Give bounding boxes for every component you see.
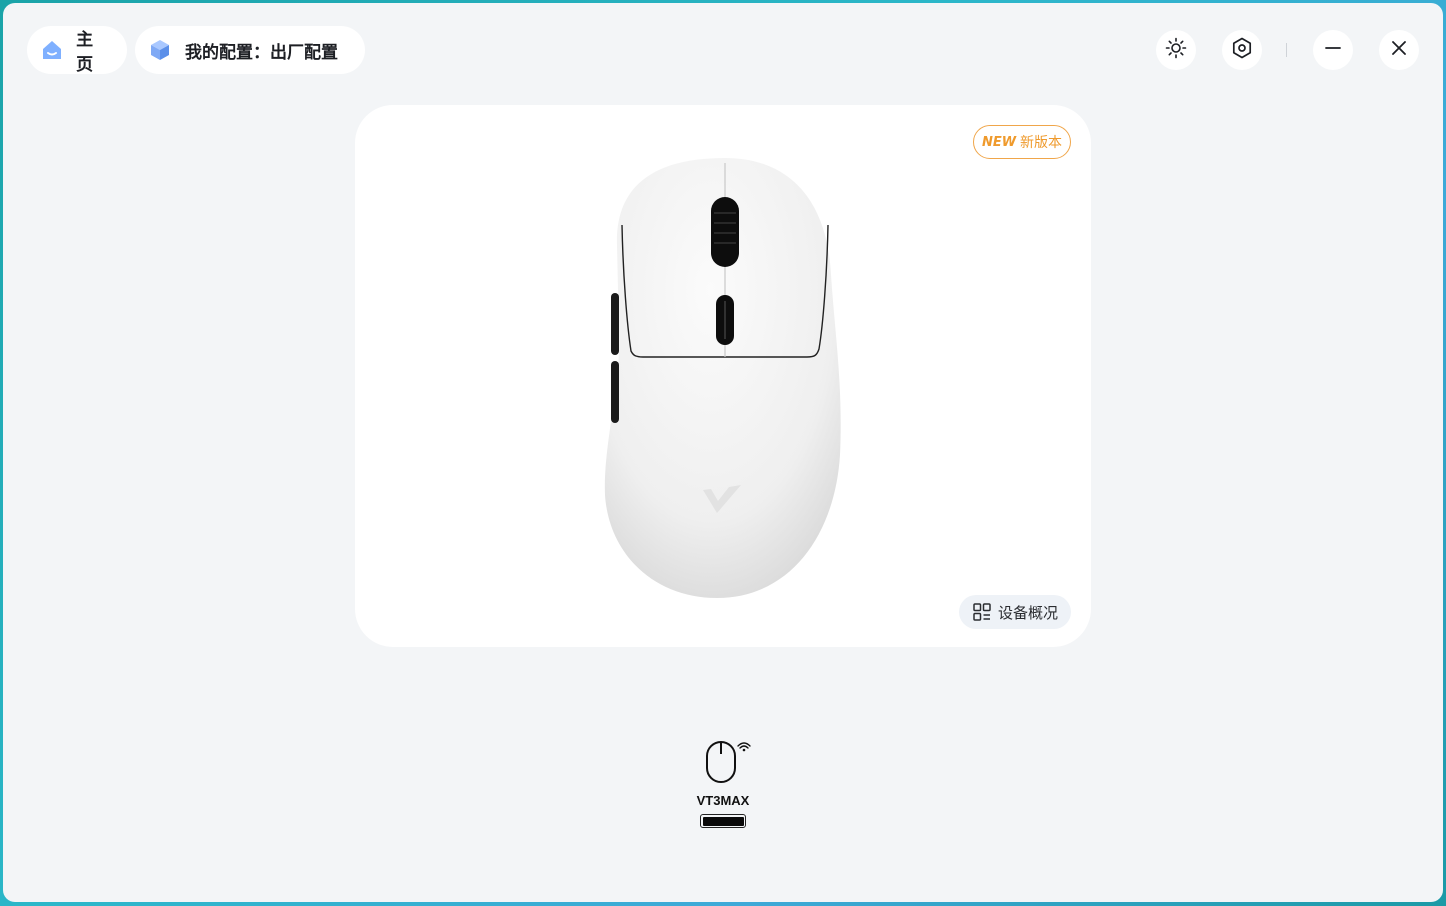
- home-tab-label: 主页: [76, 30, 94, 75]
- config-tab[interactable]: 我的配置：出厂配置: [135, 26, 365, 74]
- device-name: VT3MAX: [696, 793, 750, 808]
- device-overview-label: 设备概况: [997, 603, 1058, 622]
- brightness-button[interactable]: [1156, 30, 1196, 70]
- mouse-image: [604, 158, 841, 598]
- new-badge-text: 新版本: [1020, 135, 1063, 151]
- home-tab[interactable]: 主页: [27, 26, 127, 75]
- brightness-icon: [1165, 37, 1187, 64]
- device-overview-button[interactable]: 设备概况: [959, 595, 1071, 629]
- close-button[interactable]: [1379, 30, 1419, 70]
- minimize-icon: [1324, 39, 1342, 62]
- grid-icon: [973, 603, 991, 621]
- app-window: 主页 我的配置：出厂配置 NEW 新版本 设备概况 VT3MAX: [3, 3, 1443, 902]
- device-card: NEW 新版本 设备概况: [355, 105, 1091, 647]
- config-tab-label: 我的配置：出厂配置: [185, 42, 338, 63]
- connected-device[interactable]: VT3MAX: [683, 738, 763, 828]
- new-version-badge[interactable]: NEW 新版本: [973, 125, 1071, 159]
- cube-icon: [147, 37, 173, 63]
- close-icon: [1390, 39, 1408, 62]
- wireless-mouse-icon: [706, 741, 751, 783]
- battery-fill: [702, 816, 744, 826]
- battery-indicator: [700, 814, 746, 828]
- settings-icon: [1231, 37, 1253, 64]
- home-icon: [39, 37, 64, 63]
- toolbar-divider: [1286, 43, 1287, 57]
- minimize-button[interactable]: [1313, 30, 1353, 70]
- new-badge-prefix: NEW: [981, 134, 1017, 150]
- settings-button[interactable]: [1222, 30, 1262, 70]
